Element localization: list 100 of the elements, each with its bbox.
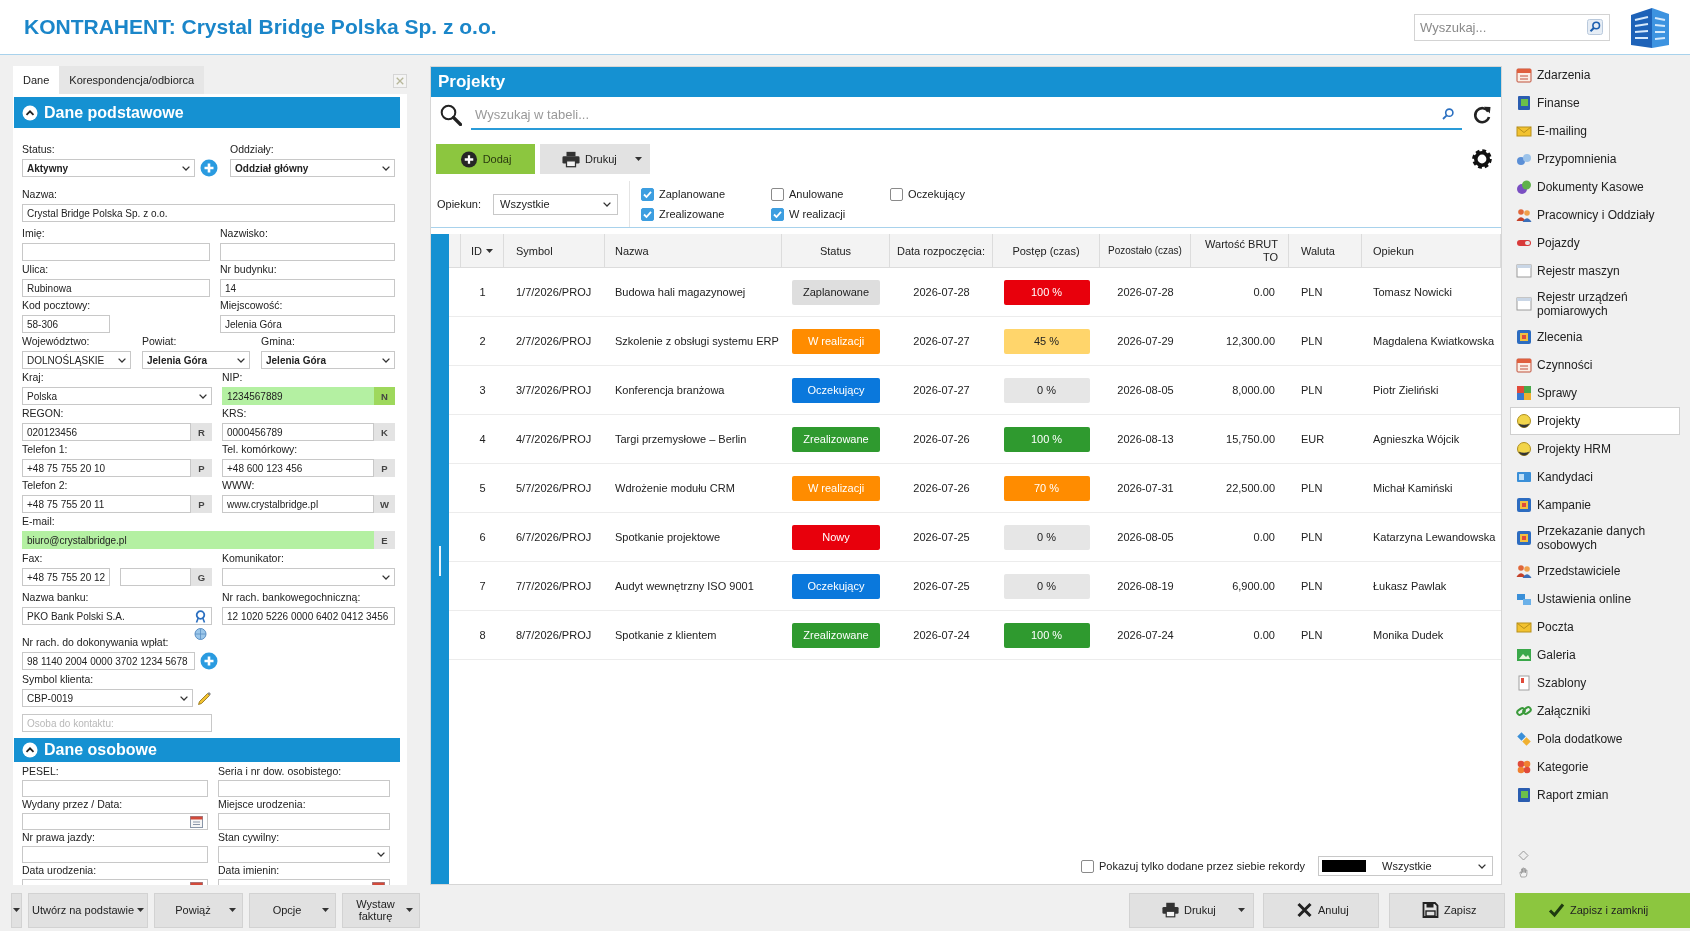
text-field[interactable] — [22, 243, 210, 261]
sidebar-item[interactable]: E-mailing — [1510, 117, 1680, 145]
column-header[interactable]: Opiekun — [1362, 234, 1501, 267]
sidebar-item[interactable]: Pola dodatkowe — [1510, 725, 1680, 753]
text-field[interactable]: Jelenia Góra — [220, 315, 395, 333]
dropdown-field[interactable] — [222, 568, 395, 586]
chevron-circle-icon[interactable] — [22, 742, 38, 758]
tab[interactable]: Korespondencja/odbiorca — [59, 66, 205, 94]
sidebar-item[interactable]: Pojazdy — [1510, 229, 1680, 257]
text-field[interactable]: +48 75 755 20 12 — [22, 568, 110, 586]
text-field[interactable]: 12 1020 5226 0000 6402 0412 3456 — [222, 607, 395, 625]
column-header[interactable]: Wartość BRUTTO — [1191, 234, 1289, 267]
text-field[interactable]: +48 75 755 20 11 — [22, 495, 191, 513]
sidebar-item[interactable]: Zdarzenia — [1510, 61, 1680, 89]
save-button[interactable]: Zapisz — [1389, 892, 1505, 928]
checkbox[interactable] — [641, 187, 655, 201]
menu-button[interactable] — [11, 892, 22, 928]
sidebar-item[interactable]: Poczta — [1510, 613, 1680, 641]
close-icon[interactable] — [393, 74, 407, 88]
text-field[interactable]: +48 600 123 456 — [222, 459, 374, 477]
suffix-button[interactable]: E — [374, 531, 395, 549]
column-header[interactable]: Waluta — [1289, 234, 1362, 267]
globe-icon[interactable] — [194, 628, 207, 640]
checkbox[interactable] — [1080, 859, 1094, 873]
suffix-button[interactable]: G — [191, 568, 212, 586]
sidebar-item[interactable]: Czynności — [1510, 351, 1680, 379]
cancel-button[interactable]: Anuluj — [1263, 892, 1379, 928]
plus-icon[interactable] — [200, 652, 218, 670]
caret-icon[interactable] — [1238, 908, 1245, 912]
tab[interactable]: Dane — [13, 66, 60, 94]
dropdown-field[interactable]: Aktywny — [22, 159, 195, 177]
text-field[interactable]: 98 1140 2004 0000 3702 1234 5678 — [22, 652, 195, 670]
text-field[interactable]: www.crystalbridge.pl — [222, 495, 374, 513]
dropdown-field[interactable]: Polska — [22, 387, 212, 405]
sidebar-item[interactable]: Przypomnienia — [1510, 145, 1680, 173]
dropdown-field[interactable]: DOLNOŚLĄSKIE — [22, 351, 131, 369]
text-field[interactable] — [22, 780, 208, 797]
suffix-button[interactable]: P — [374, 459, 395, 477]
text-field[interactable] — [120, 568, 191, 586]
column-header[interactable]: Status — [782, 234, 890, 267]
award-icon[interactable] — [194, 609, 207, 623]
suffix-button[interactable]: R — [191, 423, 212, 441]
sidebar-item[interactable]: Raport zmian — [1510, 781, 1680, 809]
sidebar-item[interactable]: Rejestr urządzeń pomiarowych — [1510, 285, 1680, 323]
sidebar-item[interactable]: Kategorie — [1510, 753, 1680, 781]
text-field[interactable] — [22, 813, 208, 830]
sidebar-item[interactable]: Rejestr maszyn — [1510, 257, 1680, 285]
checkbox[interactable] — [641, 207, 655, 221]
dropdown-field[interactable]: Jelenia Góra — [261, 351, 395, 369]
sidebar-item[interactable]: Galeria — [1510, 641, 1680, 669]
text-field[interactable]: 1234567889 — [222, 387, 374, 405]
text-field[interactable] — [22, 846, 208, 863]
text-field[interactable]: 020123456 — [22, 423, 191, 441]
refresh-icon[interactable] — [1472, 105, 1492, 125]
sidebar-item[interactable]: Projekty — [1510, 407, 1680, 435]
text-field[interactable] — [218, 780, 390, 797]
sidebar-item[interactable]: Kandydaci — [1510, 463, 1680, 491]
pencil-icon[interactable] — [197, 690, 212, 706]
sidebar-item[interactable]: Zlecenia — [1510, 323, 1680, 351]
checkbox[interactable] — [890, 187, 904, 201]
column-header[interactable]: Pozostało (czas) — [1100, 234, 1191, 267]
sidebar-item[interactable]: Załączniki — [1510, 697, 1680, 725]
text-field[interactable]: +48 75 755 20 10 — [22, 459, 191, 477]
text-field[interactable]: biuro@crystalbridge.pl — [22, 531, 374, 549]
dropdown-field[interactable]: Wszystkie — [493, 193, 619, 215]
search-icon[interactable] — [440, 104, 462, 126]
text-field[interactable] — [220, 243, 395, 261]
sidebar-item[interactable]: Dokumenty Kasowe — [1510, 173, 1680, 201]
sidebar-item[interactable]: Projekty HRM — [1510, 435, 1680, 463]
add-button[interactable]: Dodaj — [436, 144, 535, 174]
dropdown-button[interactable]: Utwórz na podstawie — [28, 892, 148, 928]
settings-icon[interactable] — [1472, 149, 1492, 169]
column-header[interactable]: ID — [461, 234, 504, 267]
print-button[interactable]: Drukuj — [540, 144, 650, 174]
dropdown-field[interactable]: Oddział główny — [230, 159, 395, 177]
search-field[interactable]: Wyszukaj... — [1414, 13, 1610, 41]
text-field[interactable]: 14 — [220, 279, 395, 297]
dropdown-field[interactable]: Wszystkie — [1318, 856, 1493, 876]
text-field[interactable]: 0000456789 — [222, 423, 374, 441]
sidebar-item[interactable]: Przedstawiciele — [1510, 557, 1680, 585]
dropdown-field[interactable]: Jelenia Góra — [142, 351, 250, 369]
dropdown-button[interactable]: Opcje — [249, 892, 336, 928]
checkbox[interactable] — [771, 187, 785, 201]
column-header[interactable]: Data rozpoczęcia: — [890, 234, 993, 267]
caret-icon[interactable] — [635, 157, 642, 161]
sidebar-item[interactable]: Pracownicy i Oddziały — [1510, 201, 1680, 229]
text-field[interactable]: Rubinowa — [22, 279, 210, 297]
sidebar-item[interactable]: Sprawy — [1510, 379, 1680, 407]
suffix-button[interactable]: P — [191, 459, 212, 477]
suffix-button[interactable]: N — [374, 387, 395, 405]
save-close-button[interactable]: Zapisz i zamknij — [1515, 892, 1690, 928]
dropdown-field[interactable] — [218, 846, 390, 863]
column-header[interactable]: Postęp (czas) — [993, 234, 1100, 267]
hand-icon[interactable] — [1518, 867, 1529, 878]
chevron-circle-icon[interactable] — [22, 104, 38, 121]
suffix-button[interactable]: P — [191, 495, 212, 513]
sidebar-item[interactable]: Finanse — [1510, 89, 1680, 117]
suffix-button[interactable]: K — [374, 423, 395, 441]
suffix-button[interactable]: W — [374, 495, 395, 513]
text-field[interactable]: PKO Bank Polski S.A. — [22, 607, 212, 625]
